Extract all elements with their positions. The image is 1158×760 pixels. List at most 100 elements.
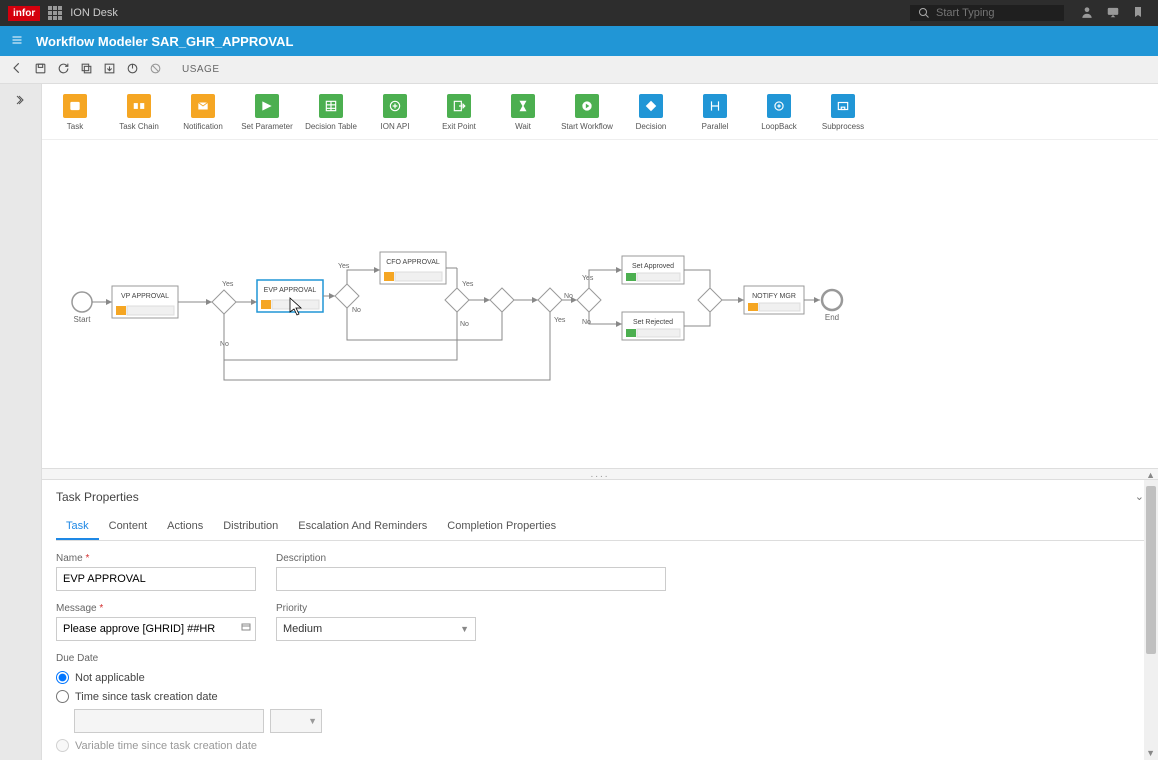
svg-text:No: No xyxy=(352,307,361,314)
tab-distribution[interactable]: Distribution xyxy=(213,514,288,540)
properties-title: Task Properties xyxy=(56,490,1144,504)
chevron-down-icon: ▼ xyxy=(460,624,469,634)
duedate-label: Due Date xyxy=(56,653,1144,664)
palette-label: LoopBack xyxy=(761,122,797,131)
svg-text:Set Approved: Set Approved xyxy=(632,263,674,270)
svg-text:CFO APPROVAL: CFO APPROVAL xyxy=(386,259,440,266)
duedate-radio-variable[interactable]: Variable time since task creation date xyxy=(56,739,1144,752)
palette-parallel[interactable]: Parallel xyxy=(694,94,736,131)
workflow-canvas[interactable]: Start VP APPROVAL Yes No EV xyxy=(42,140,1158,468)
node-set-approved[interactable]: Set Approved xyxy=(622,256,684,284)
message-input[interactable] xyxy=(56,617,256,641)
search-input[interactable] xyxy=(936,7,1056,19)
node-palette: Task Task Chain Notification Set Paramet… xyxy=(42,84,1158,140)
palette-label: Task Chain xyxy=(119,122,159,131)
palette-label: Parallel xyxy=(702,122,729,131)
palette-label: Set Parameter xyxy=(241,122,293,131)
properties-tabs: Task Content Actions Distribution Escala… xyxy=(56,514,1144,541)
palette-start-workflow[interactable]: Start Workflow xyxy=(566,94,608,131)
save-icon[interactable] xyxy=(34,62,47,78)
node-vp-approval[interactable]: VP APPROVAL xyxy=(112,286,178,318)
refresh-icon[interactable] xyxy=(57,62,70,78)
description-label: Description xyxy=(276,553,666,564)
palette-label: Task xyxy=(67,122,83,131)
power-icon[interactable] xyxy=(126,62,139,78)
node-cfo-approval[interactable]: CFO APPROVAL xyxy=(380,252,446,284)
export-icon[interactable] xyxy=(103,62,116,78)
brand-logo: infor xyxy=(8,6,40,21)
duedate-radio-since-creation[interactable]: Time since task creation date xyxy=(56,690,1144,703)
node-set-rejected[interactable]: Set Rejected xyxy=(622,312,684,340)
workflow-diagram: Start VP APPROVAL Yes No EV xyxy=(42,140,1142,460)
expand-sidebar-icon[interactable] xyxy=(15,94,27,109)
copy-icon[interactable] xyxy=(80,62,93,78)
svg-text:Yes: Yes xyxy=(462,281,474,288)
menu-icon[interactable] xyxy=(10,34,24,49)
palette-wait[interactable]: Wait xyxy=(502,94,544,131)
action-toolbar: USAGE xyxy=(0,56,1158,84)
palette-task[interactable]: Task xyxy=(54,94,96,131)
message-expand-icon[interactable] xyxy=(240,621,252,636)
palette-subprocess[interactable]: Subprocess xyxy=(822,94,864,131)
svg-text:End: End xyxy=(825,313,839,322)
page-title: Workflow Modeler SAR_GHR_APPROVAL xyxy=(36,34,293,49)
title-bar: Workflow Modeler SAR_GHR_APPROVAL xyxy=(0,26,1158,56)
left-gutter xyxy=(0,84,42,760)
duedate-radio-na[interactable]: Not applicable xyxy=(56,671,1144,684)
palette-label: ION API xyxy=(381,122,410,131)
node-evp-approval[interactable]: EVP APPROVAL xyxy=(257,280,323,312)
palette-decision-table[interactable]: Decision Table xyxy=(310,94,352,131)
palette-notification[interactable]: Notification xyxy=(182,94,224,131)
palette-label: Decision xyxy=(636,122,667,131)
app-launcher-icon[interactable] xyxy=(48,6,62,20)
name-input[interactable] xyxy=(56,567,256,591)
tab-content[interactable]: Content xyxy=(99,514,158,540)
global-header: infor ION Desk xyxy=(0,0,1158,26)
tab-actions[interactable]: Actions xyxy=(157,514,213,540)
svg-text:Yes: Yes xyxy=(582,275,594,282)
palette-label: Notification xyxy=(183,122,223,131)
app-title: ION Desk xyxy=(70,7,118,19)
palette-label: Subprocess xyxy=(822,122,864,131)
palette-task-chain[interactable]: Task Chain xyxy=(118,94,160,131)
name-label: Name * xyxy=(56,553,256,564)
svg-text:Yes: Yes xyxy=(338,263,350,270)
svg-text:VP APPROVAL: VP APPROVAL xyxy=(121,293,169,300)
palette-label: Decision Table xyxy=(305,122,357,131)
back-icon[interactable] xyxy=(10,61,24,78)
vertical-scrollbar[interactable]: ▼ ▲ xyxy=(1144,480,1158,760)
svg-text:No: No xyxy=(564,293,573,300)
tab-task[interactable]: Task xyxy=(56,514,99,540)
chat-icon[interactable] xyxy=(1106,5,1120,22)
panel-splitter[interactable]: .... xyxy=(42,468,1158,480)
tab-completion[interactable]: Completion Properties xyxy=(437,514,566,540)
tab-escalation[interactable]: Escalation And Reminders xyxy=(288,514,437,540)
duedate-value-input xyxy=(74,709,264,733)
svg-text:No: No xyxy=(220,341,229,348)
svg-text:No: No xyxy=(460,321,469,328)
svg-text:Yes: Yes xyxy=(554,317,566,324)
user-icon[interactable] xyxy=(1080,5,1094,22)
palette-decision[interactable]: Decision xyxy=(630,94,672,131)
description-input[interactable] xyxy=(276,567,666,591)
duedate-unit-select: ▼ xyxy=(270,709,322,733)
svg-text:No: No xyxy=(582,319,591,326)
svg-text:NOTIFY MGR: NOTIFY MGR xyxy=(752,293,796,300)
collapse-panel-icon[interactable]: ⌄ xyxy=(1135,490,1144,503)
palette-ion-api[interactable]: ION API xyxy=(374,94,416,131)
search-icon xyxy=(918,7,930,19)
svg-text:Set Rejected: Set Rejected xyxy=(633,319,673,326)
palette-set-parameter[interactable]: Set Parameter xyxy=(246,94,288,131)
usage-label[interactable]: USAGE xyxy=(182,64,220,75)
global-search[interactable] xyxy=(910,5,1064,21)
palette-label: Start Workflow xyxy=(561,122,613,131)
palette-exit-point[interactable]: Exit Point xyxy=(438,94,480,131)
node-notify-mgr[interactable]: NOTIFY MGR xyxy=(744,286,804,314)
palette-loopback[interactable]: LoopBack xyxy=(758,94,800,131)
stop-icon[interactable] xyxy=(149,62,162,78)
priority-select[interactable]: Medium ▼ xyxy=(276,617,476,641)
svg-text:EVP APPROVAL: EVP APPROVAL xyxy=(264,287,317,294)
bookmark-icon[interactable] xyxy=(1132,5,1144,22)
svg-text:Start: Start xyxy=(74,315,92,324)
svg-text:Yes: Yes xyxy=(222,281,234,288)
